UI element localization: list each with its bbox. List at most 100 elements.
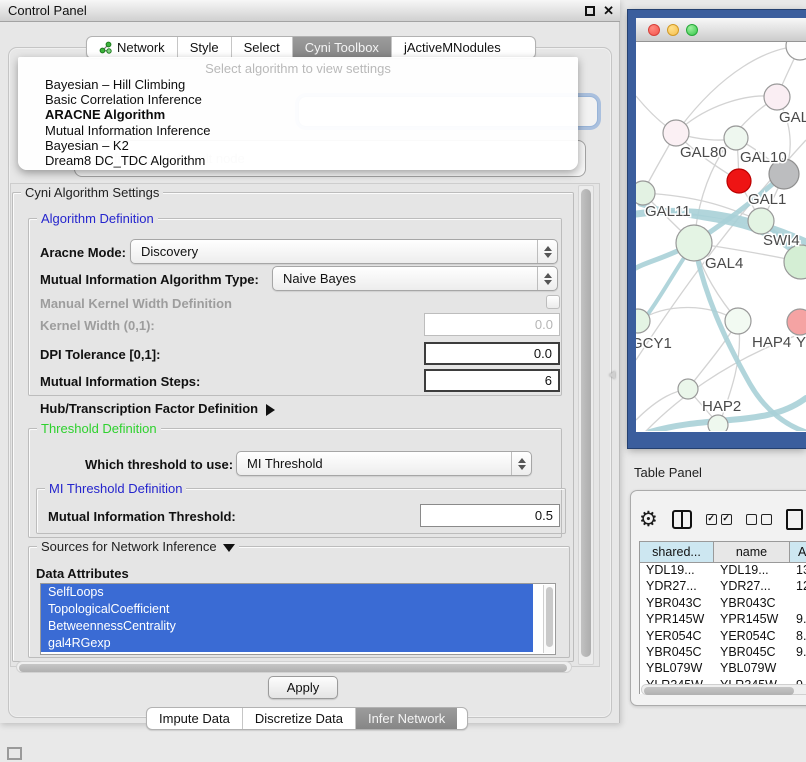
dpi-tolerance-input[interactable]: 0.0: [424, 342, 560, 365]
scrollbar-thumb[interactable]: [581, 189, 591, 657]
tab-jactivemnodules-label: jActiveMNodules: [404, 40, 501, 55]
tab-style-label: Style: [190, 40, 219, 55]
node-label: HAP4: [752, 334, 791, 351]
apply-button[interactable]: Apply: [268, 676, 338, 699]
table-cell: YBR045C: [714, 645, 790, 661]
tab-network[interactable]: Network: [87, 37, 178, 58]
tab-jactivemnodules[interactable]: jActiveMNodules: [392, 37, 513, 58]
node-label: GAL4: [705, 255, 743, 272]
mi-type-value: Naive Bayes: [273, 271, 537, 286]
network-node[interactable]: [724, 126, 748, 150]
tab-infer-network-label: Infer Network: [368, 711, 445, 726]
settings-vertical-scrollbar[interactable]: [578, 185, 594, 665]
table-cell: YPR145W: [640, 612, 714, 628]
mi-type-combobox[interactable]: Naive Bayes: [272, 266, 558, 291]
tab-infer-network[interactable]: Infer Network: [356, 708, 457, 729]
tab-impute-data-label: Impute Data: [159, 711, 230, 726]
close-icon[interactable]: ✕: [603, 3, 614, 19]
tab-discretize-data-label: Discretize Data: [255, 711, 343, 726]
network-node[interactable]: [725, 308, 751, 334]
network-node[interactable]: [727, 169, 751, 193]
attribute-item[interactable]: TopologicalCoefficient: [41, 601, 533, 618]
dropdown-item[interactable]: Bayesian – K2: [18, 138, 578, 153]
table-cell: YDL19...: [714, 563, 790, 579]
control-panel-titlebar[interactable]: Control Panel ✕: [0, 0, 620, 22]
floating-panel-icon[interactable]: [7, 747, 22, 760]
table-row[interactable]: YPR145WYPR145W9.: [640, 612, 806, 628]
network-node[interactable]: [708, 415, 728, 431]
settings-horizontal-scrollbar[interactable]: [16, 661, 572, 673]
data-attributes-list[interactable]: SelfLoopsTopologicalCoefficientBetweenne…: [40, 583, 556, 655]
select-all-checks-icon[interactable]: [706, 514, 732, 525]
network-node[interactable]: [748, 208, 774, 234]
network-svg: GALGAL80GAL10GAL1GAL11SWI4GAL4GCY1HAP4YH…: [636, 42, 806, 431]
tab-discretize-data[interactable]: Discretize Data: [243, 708, 356, 729]
export-table-icon[interactable]: [786, 509, 803, 530]
table-row[interactable]: YDL19...YDL19...13: [640, 563, 806, 579]
mi-threshold-input[interactable]: 0.5: [420, 504, 560, 527]
hub-definition-expander[interactable]: Hub/Transcription Factor Definition: [40, 401, 275, 416]
column-header-name[interactable]: name: [714, 542, 790, 562]
scrollbar-thumb[interactable]: [644, 687, 794, 695]
top-tab-bar: Network Style Select Cyni Toolbox jActiv…: [86, 36, 536, 59]
attribute-item[interactable]: BetweennessCentrality: [41, 618, 533, 635]
network-node[interactable]: [786, 42, 806, 60]
algorithm-dropdown[interactable]: Select algorithm to view settings Bayesi…: [18, 57, 578, 170]
tab-select[interactable]: Select: [232, 37, 293, 58]
scrollbar-thumb[interactable]: [19, 664, 567, 672]
scrollbar-thumb[interactable]: [546, 587, 553, 647]
split-columns-icon[interactable]: [672, 510, 692, 529]
sources-group-title[interactable]: Sources for Network Inference: [37, 539, 239, 554]
bottom-tab-bar: Impute Data Discretize Data Infer Networ…: [146, 707, 468, 730]
splitter-handle-icon[interactable]: [609, 371, 616, 380]
tab-select-label: Select: [244, 40, 280, 55]
hub-definition-label: Hub/Transcription Factor Definition: [40, 401, 258, 416]
network-node[interactable]: [787, 309, 806, 335]
dropdown-item[interactable]: ARACNE Algorithm: [18, 107, 578, 122]
table-row[interactable]: YBR045CYBR045C9.: [640, 645, 806, 661]
table-row[interactable]: YBL079WYBL079W: [640, 661, 806, 677]
network-canvas[interactable]: GALGAL80GAL10GAL1GAL11SWI4GAL4GCY1HAP4YH…: [636, 42, 806, 431]
table-cell: YDR27...: [640, 579, 714, 595]
close-traffic-light-icon[interactable]: [648, 24, 660, 36]
network-node[interactable]: [678, 379, 698, 399]
table-cell: YBL079W: [640, 661, 714, 677]
tab-cyni-toolbox[interactable]: Cyni Toolbox: [293, 37, 392, 58]
network-node[interactable]: [636, 181, 655, 205]
mi-steps-input[interactable]: 6: [424, 369, 560, 392]
mi-threshold-label: Mutual Information Threshold:: [48, 509, 236, 524]
table-row[interactable]: YBR043CYBR043C: [640, 596, 806, 612]
manual-kernel-checkbox[interactable]: [546, 295, 560, 309]
dropdown-item[interactable]: Mutual Information Inference: [18, 123, 578, 138]
dropdown-item[interactable]: Dream8 DC_TDC Algorithm: [18, 153, 578, 168]
table-cell: [790, 661, 806, 677]
minimize-traffic-light-icon[interactable]: [667, 24, 679, 36]
network-node[interactable]: [663, 120, 689, 146]
attribute-item[interactable]: SelfLoops: [41, 584, 533, 601]
aracne-mode-combobox[interactable]: Discovery: [130, 239, 558, 264]
network-window-titlebar[interactable]: [636, 18, 806, 42]
float-panel-icon[interactable]: [585, 6, 595, 16]
deselect-all-checks-icon[interactable]: [746, 514, 772, 525]
zoom-traffic-light-icon[interactable]: [686, 24, 698, 36]
which-threshold-value: MI Threshold: [237, 456, 511, 471]
node-label: Y: [796, 334, 806, 351]
gear-icon[interactable]: ⚙: [639, 509, 658, 530]
column-header-third[interactable]: A: [790, 542, 806, 562]
which-threshold-label: Which threshold to use:: [85, 457, 233, 472]
tab-impute-data[interactable]: Impute Data: [147, 708, 243, 729]
network-node[interactable]: [784, 245, 806, 279]
table-row[interactable]: YER054CYER054C8.: [640, 629, 806, 645]
column-header-shared-name[interactable]: shared...: [640, 542, 714, 562]
network-node[interactable]: [764, 84, 790, 110]
mi-type-label: Mutual Information Algorithm Type:: [40, 272, 259, 287]
kernel-width-label: Kernel Width (0,1):: [40, 318, 155, 333]
attribute-item[interactable]: gal4RGexp: [41, 635, 533, 652]
which-threshold-combobox[interactable]: MI Threshold: [236, 451, 532, 476]
table-row[interactable]: YDR27...YDR27...12: [640, 579, 806, 595]
attributes-scrollbar[interactable]: [543, 585, 554, 653]
tab-style[interactable]: Style: [178, 37, 232, 58]
dropdown-item[interactable]: Bayesian – Hill Climbing: [18, 77, 578, 92]
dropdown-item[interactable]: Basic Correlation Inference: [18, 92, 578, 107]
table-horizontal-scrollbar[interactable]: [641, 684, 806, 695]
